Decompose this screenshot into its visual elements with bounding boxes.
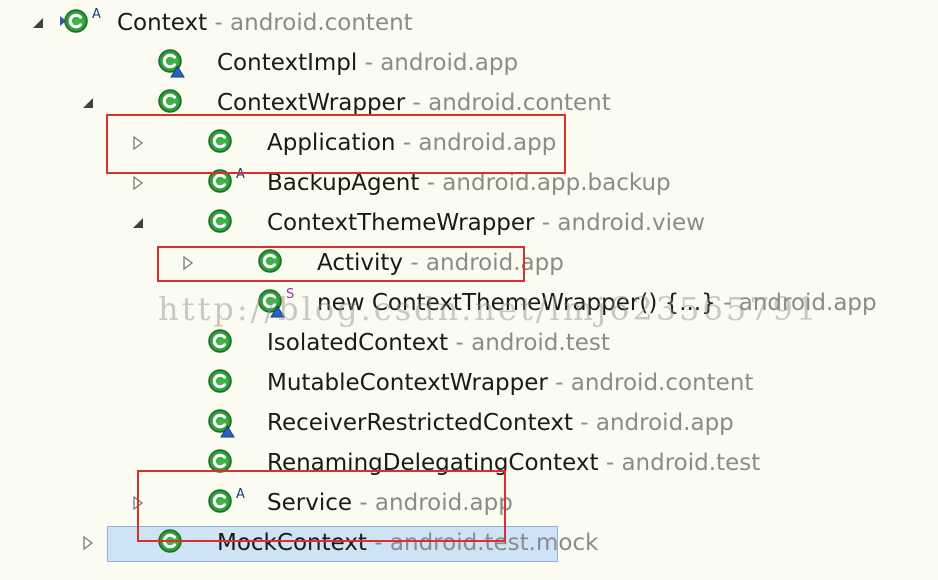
tree-item-application[interactable]: Application - android.app <box>0 123 938 163</box>
tree-item-context[interactable]: A Context - android.content <box>0 3 938 43</box>
package-name: - android.app <box>357 50 519 76</box>
class-icon-svg <box>158 49 185 78</box>
package-name: - android.content <box>405 90 611 116</box>
tree-item-renamingdelegatingcontext[interactable]: RenamingDelegatingContext - android.test <box>0 443 938 483</box>
package-name: - android.app <box>352 490 513 516</box>
class-name: MutableContextWrapper <box>267 370 548 396</box>
class-name: ReceiverRestrictedContext <box>267 410 573 436</box>
tree-item-label: Context - android.content <box>117 8 413 38</box>
expand-arrow-icon[interactable] <box>130 135 146 151</box>
collapse-arrow-icon[interactable] <box>80 95 96 111</box>
class-icon-svg <box>208 329 232 353</box>
class-icon: A <box>206 487 245 521</box>
package-name: - android.content <box>547 370 754 396</box>
tree-item-label: MockContext - android.test.mock <box>217 528 598 558</box>
package-name: - android.test <box>448 330 610 356</box>
class-icon-svg <box>258 249 282 273</box>
svg-text:A: A <box>92 7 101 22</box>
class-icon <box>206 407 242 441</box>
class-name: RenamingDelegatingContext <box>267 450 599 476</box>
tree-item-service[interactable]: A Service - android.app <box>0 483 938 523</box>
tree-item-receiverrestrictedcontext[interactable]: ReceiverRestrictedContext - android.app <box>0 403 938 443</box>
package-name: - android.app <box>572 410 734 436</box>
collapse-arrow-icon[interactable] <box>130 215 146 231</box>
class-name: IsolatedContext <box>267 330 449 356</box>
tree-item-mutablecontextwrapper[interactable]: MutableContextWrapper - android.content <box>0 363 938 403</box>
class-icon: A <box>206 167 245 201</box>
tree-item-label: ContextThemeWrapper - android.view <box>267 208 705 238</box>
class-name: Application <box>267 130 396 156</box>
tree-item-label: Activity - android.app <box>317 248 564 278</box>
class-name: ContextThemeWrapper <box>267 210 535 236</box>
class-icon <box>206 367 242 401</box>
expand-arrow-icon[interactable] <box>80 535 96 551</box>
type-hierarchy-tree: A Context - android.content ContextImpl - … <box>0 0 938 580</box>
watermark: http://blog.csdn.net/lmj623565791 <box>158 290 820 328</box>
class-icon-svg: A <box>208 487 245 513</box>
class-icon <box>156 527 192 561</box>
class-name: Service <box>267 490 353 516</box>
class-icon-svg <box>208 449 232 473</box>
class-icon <box>206 207 242 241</box>
expand-arrow-icon[interactable] <box>180 255 196 271</box>
tree-item-backupagent[interactable]: A BackupAgent - android.app.backup <box>0 163 938 203</box>
class-icon <box>206 127 242 161</box>
tree-item-label: Service - android.app <box>267 488 513 518</box>
svg-text:A: A <box>236 167 245 182</box>
tree-item-mockcontext[interactable]: MockContext - android.test.mock <box>0 523 938 563</box>
package-name: - android.app.backup <box>419 170 671 196</box>
class-icon-svg <box>208 369 232 393</box>
class-icon: A <box>60 7 101 41</box>
expand-arrow-icon[interactable] <box>130 495 146 511</box>
tree-item-label: RenamingDelegatingContext - android.test <box>267 448 760 478</box>
class-icon <box>256 247 292 281</box>
class-icon-svg: A <box>60 7 101 33</box>
class-icon-svg: A <box>208 167 245 193</box>
class-name: MockContext <box>217 530 367 556</box>
tree-item-label: ReceiverRestrictedContext - android.app <box>267 408 734 438</box>
tree-item-label: IsolatedContext - android.test <box>267 328 610 358</box>
class-icon-svg <box>208 129 232 153</box>
class-icon-svg <box>208 409 235 438</box>
tree-item-label: ContextImpl - android.app <box>217 48 518 78</box>
tree-item-contextwrapper[interactable]: ContextWrapper - android.content <box>0 83 938 123</box>
package-name: - android.content <box>207 10 413 36</box>
class-name: Activity <box>317 250 404 276</box>
package-name: - android.view <box>534 210 705 236</box>
class-icon <box>206 447 242 481</box>
class-name: ContextWrapper <box>217 90 406 116</box>
tree-item-contextthemewrapper[interactable]: ContextThemeWrapper - android.view <box>0 203 938 243</box>
package-name: - android.test.mock <box>366 530 599 556</box>
tree-item-label: Application - android.app <box>267 128 556 158</box>
class-icon <box>206 327 242 361</box>
svg-text:A: A <box>236 487 245 502</box>
tree-item-activity[interactable]: Activity - android.app <box>0 243 938 283</box>
class-icon <box>156 47 192 81</box>
class-icon <box>156 87 192 121</box>
expand-arrow-icon[interactable] <box>130 175 146 191</box>
tree-item-label: MutableContextWrapper - android.content <box>267 368 753 398</box>
class-icon-svg <box>158 529 182 553</box>
class-name: BackupAgent <box>267 170 420 196</box>
package-name: - android.app <box>403 250 564 276</box>
class-icon-svg <box>158 89 182 113</box>
tree-item-label: ContextWrapper - android.content <box>217 88 611 118</box>
tree-item-contextimpl[interactable]: ContextImpl - android.app <box>0 43 938 83</box>
tree-item-label: BackupAgent - android.app.backup <box>267 168 671 198</box>
class-name: ContextImpl <box>217 50 358 76</box>
package-name: - android.app <box>395 130 557 156</box>
tree-item-isolatedcontext[interactable]: IsolatedContext - android.test <box>0 323 938 363</box>
collapse-arrow-icon[interactable] <box>30 15 46 31</box>
package-name: - android.test <box>598 450 761 476</box>
class-name: Context <box>117 10 208 36</box>
class-icon-svg <box>208 209 232 233</box>
